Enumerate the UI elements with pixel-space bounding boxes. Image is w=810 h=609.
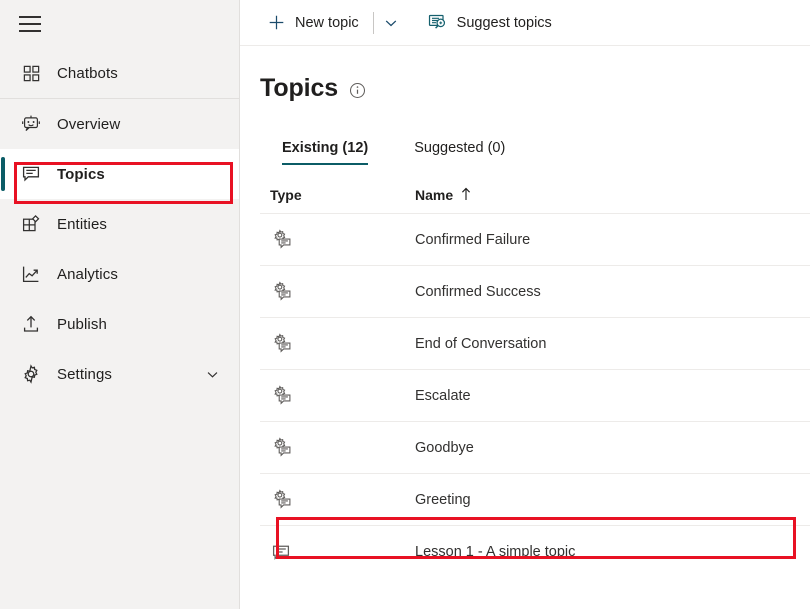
sidebar-item-label: Chatbots bbox=[57, 64, 118, 82]
page-title: Topics bbox=[260, 74, 339, 102]
cell-type bbox=[270, 281, 415, 303]
table-row[interactable]: Goodbye bbox=[260, 421, 810, 473]
sidebar-item-label: Publish bbox=[57, 315, 107, 333]
sidebar-item-chatbots[interactable]: Chatbots bbox=[0, 48, 239, 98]
sidebar-item-entities[interactable]: Entities bbox=[0, 199, 239, 249]
command-bar-divider bbox=[372, 11, 374, 34]
column-header-label: Type bbox=[270, 187, 302, 203]
sidebar-item-overview[interactable]: Overview bbox=[0, 99, 239, 149]
sidebar-item-label: Analytics bbox=[57, 265, 118, 283]
system-topic-icon bbox=[270, 229, 292, 251]
topic-name: Lesson 1 - A simple topic bbox=[415, 543, 576, 560]
sidebar-item-settings[interactable]: Settings bbox=[0, 349, 239, 399]
bot-icon bbox=[19, 112, 43, 136]
topic-name: Confirmed Failure bbox=[415, 231, 531, 248]
app-root: Chatbots Overview Topics Entities Analyt… bbox=[0, 0, 810, 609]
sidebar-nav: Chatbots Overview Topics Entities Analyt… bbox=[0, 48, 239, 399]
sidebar-item-label: Overview bbox=[57, 115, 121, 133]
hamburger-menu-icon[interactable] bbox=[19, 16, 41, 32]
cell-type bbox=[270, 385, 415, 407]
grid-icon bbox=[19, 61, 43, 85]
new-topic-chevron-down-icon[interactable] bbox=[376, 6, 406, 40]
system-topic-icon bbox=[270, 385, 292, 407]
table-row[interactable]: Lesson 1 - A simple topic bbox=[260, 525, 810, 577]
tab-bar: Existing (12) Suggested (0) bbox=[260, 129, 810, 165]
tab-existing[interactable]: Existing (12) bbox=[270, 140, 380, 165]
topic-name: End of Conversation bbox=[415, 335, 547, 352]
system-topic-icon bbox=[270, 281, 292, 303]
sidebar-item-label: Entities bbox=[57, 215, 107, 233]
sidebar: Chatbots Overview Topics Entities Analyt… bbox=[0, 0, 240, 609]
suggest-topics-button[interactable]: Suggest topics bbox=[422, 6, 558, 40]
system-topic-icon bbox=[270, 489, 292, 511]
table-header-row: Type Name bbox=[260, 177, 810, 213]
upload-icon bbox=[19, 312, 43, 336]
chevron-down-icon[interactable] bbox=[205, 367, 219, 381]
topic-name: Goodbye bbox=[415, 439, 474, 456]
table-row[interactable]: End of Conversation bbox=[260, 317, 810, 369]
page-body: Topics Existing (12) Suggested (0) Type … bbox=[240, 46, 810, 609]
cell-type bbox=[270, 489, 415, 511]
column-header-name[interactable]: Name bbox=[415, 187, 472, 203]
table-row[interactable]: Escalate bbox=[260, 369, 810, 421]
tab-label: Existing (12) bbox=[282, 140, 369, 156]
topic-name: Greeting bbox=[415, 491, 471, 508]
info-circle-icon[interactable] bbox=[349, 82, 366, 99]
page-title-row: Topics bbox=[260, 46, 810, 103]
tab-suggested[interactable]: Suggested (0) bbox=[402, 140, 517, 165]
sidebar-header bbox=[0, 0, 239, 48]
table-row[interactable]: Confirmed Success bbox=[260, 265, 810, 317]
entities-grid-icon bbox=[19, 212, 43, 236]
suggest-topics-label: Suggest topics bbox=[456, 14, 552, 31]
cell-type bbox=[270, 541, 415, 563]
new-topic-label: New topic bbox=[295, 14, 359, 31]
suggest-topics-icon bbox=[428, 13, 448, 33]
speech-bubble-icon bbox=[19, 162, 43, 186]
line-chart-icon bbox=[19, 262, 43, 286]
command-bar: New topic Suggest topics bbox=[240, 0, 810, 46]
sidebar-item-publish[interactable]: Publish bbox=[0, 299, 239, 349]
cell-type bbox=[270, 229, 415, 251]
sidebar-item-topics[interactable]: Topics bbox=[0, 149, 239, 199]
sidebar-item-label: Topics bbox=[57, 165, 105, 183]
new-topic-button[interactable]: New topic bbox=[260, 6, 365, 40]
sidebar-item-label: Settings bbox=[57, 365, 112, 383]
plus-icon bbox=[266, 13, 286, 33]
cell-type bbox=[270, 333, 415, 355]
system-topic-icon bbox=[270, 333, 292, 355]
cell-type bbox=[270, 437, 415, 459]
system-topic-icon bbox=[270, 437, 292, 459]
topic-name: Confirmed Success bbox=[415, 283, 541, 300]
gear-icon bbox=[19, 362, 43, 386]
table-row[interactable]: Confirmed Failure bbox=[260, 213, 810, 265]
topic-name: Escalate bbox=[415, 387, 471, 404]
table-row-greeting[interactable]: Greeting bbox=[260, 473, 810, 525]
user-topic-icon bbox=[270, 541, 292, 563]
column-header-type[interactable]: Type bbox=[270, 187, 415, 203]
tab-label: Suggested (0) bbox=[414, 140, 506, 156]
sidebar-item-analytics[interactable]: Analytics bbox=[0, 249, 239, 299]
column-header-label: Name bbox=[415, 187, 454, 203]
arrow-up-icon bbox=[460, 187, 472, 203]
topics-table: Type Name Confirmed Failure Confirmed Su… bbox=[260, 177, 810, 577]
main-content: New topic Suggest topics Topics Existing… bbox=[240, 0, 810, 609]
